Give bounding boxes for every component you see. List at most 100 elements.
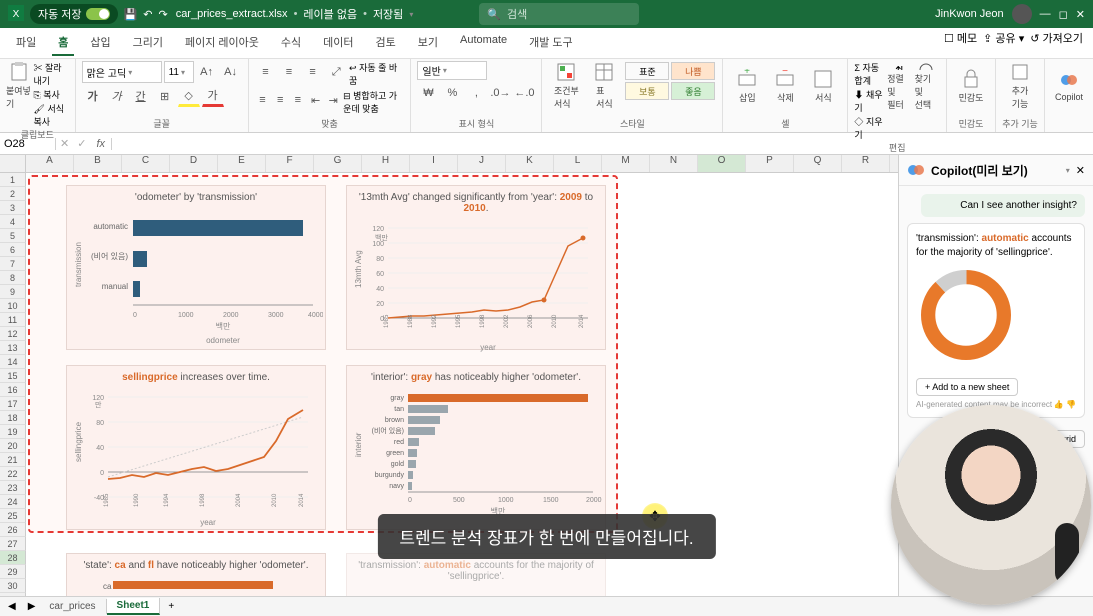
row-header[interactable]: 5 [0, 229, 26, 243]
align-right-icon[interactable]: ≡ [290, 89, 306, 111]
font-color-button[interactable]: 가 [202, 85, 224, 107]
name-box[interactable]: O28 [0, 138, 56, 150]
find-select-button[interactable]: 찾기 및 선택 [915, 61, 940, 111]
delete-cells-button[interactable]: −삭제 [767, 61, 803, 111]
row-header[interactable]: 30 [0, 579, 26, 593]
tab-draw[interactable]: 그리기 [127, 30, 169, 56]
sensitivity-button[interactable]: 민감도 [953, 61, 989, 111]
style-normal[interactable]: 표준 [625, 62, 669, 80]
row-header[interactable]: 6 [0, 243, 26, 257]
copilot-more-icon[interactable]: ▾ [1066, 166, 1070, 175]
add-to-sheet-button[interactable]: + Add to a new sheet [916, 378, 1018, 396]
thumbs-down-icon[interactable]: 👎 [1066, 400, 1076, 409]
comma-icon[interactable]: , [465, 82, 487, 104]
row-header[interactable]: 29 [0, 565, 26, 579]
row-header[interactable]: 19 [0, 425, 26, 439]
row-header[interactable]: 4 [0, 215, 26, 229]
row-header[interactable]: 2 [0, 187, 26, 201]
share-button[interactable]: ⇪ 공유 ▾ [983, 30, 1024, 56]
italic-button[interactable]: 가 [106, 85, 128, 107]
row-header[interactable]: 14 [0, 355, 26, 369]
tab-developer[interactable]: 개발 도구 [523, 30, 579, 56]
align-bottom-icon[interactable]: ≡ [302, 61, 324, 83]
cancel-formula-icon[interactable]: ✕ [56, 137, 73, 150]
row-header[interactable]: 3 [0, 201, 26, 215]
tab-pagelayout[interactable]: 페이지 레이아웃 [179, 30, 265, 56]
tab-insert[interactable]: 삽입 [84, 30, 116, 56]
indent-increase-icon[interactable]: ⇥ [325, 89, 341, 111]
format-cells-button[interactable]: 서식 [805, 61, 841, 111]
tab-formulas[interactable]: 수식 [275, 30, 307, 56]
tab-review[interactable]: 검토 [370, 30, 402, 56]
row-header[interactable]: 9 [0, 285, 26, 299]
username[interactable]: JinKwon Jeon [935, 8, 1004, 20]
sort-filter-button[interactable]: ⇅정렬 및 필터 [887, 61, 912, 111]
chart-odometer-by-transmission[interactable]: 'odometer' by 'transmission' transmissio… [66, 185, 326, 350]
number-format-select[interactable]: 일반▾ [417, 61, 487, 80]
tab-file[interactable]: 파일 [10, 30, 42, 56]
align-left-icon[interactable]: ≡ [255, 89, 271, 111]
orientation-icon[interactable]: ⤢ [325, 61, 347, 83]
font-family-select[interactable]: 맑은 고딕▾ [82, 61, 162, 83]
row-header[interactable]: 17 [0, 397, 26, 411]
minimize-icon[interactable]: — [1040, 8, 1051, 20]
row-header[interactable]: 24 [0, 495, 26, 509]
align-middle-icon[interactable]: ≡ [278, 61, 300, 83]
bold-button[interactable]: 가 [82, 85, 104, 107]
font-size-select[interactable]: 11▾ [164, 61, 194, 83]
paste-button[interactable]: 붙여넣기 [6, 61, 32, 111]
chart-state-odometer[interactable]: 'state': ca and fl have noticeably highe… [66, 553, 326, 596]
row-header[interactable]: 18 [0, 411, 26, 425]
conditional-format-button[interactable]: 조건부 서식 [548, 61, 584, 111]
underline-button[interactable]: 간 [130, 85, 152, 107]
row-header[interactable]: 16 [0, 383, 26, 397]
align-top-icon[interactable]: ≡ [255, 61, 277, 83]
row-header[interactable]: 22 [0, 467, 26, 481]
select-all-corner[interactable] [0, 155, 26, 172]
save-icon[interactable]: 💾 [124, 8, 138, 21]
align-center-icon[interactable]: ≡ [272, 89, 288, 111]
row-header[interactable]: 15 [0, 369, 26, 383]
chart-13mth-avg[interactable]: '13mth Avg' changed significantly from '… [346, 185, 606, 350]
chart-interior-odometer[interactable]: 'interior': gray has noticeably higher '… [346, 365, 606, 530]
style-bad[interactable]: 나쁨 [671, 62, 715, 80]
row-header[interactable]: 10 [0, 299, 26, 313]
row-header[interactable]: 28 [0, 551, 26, 565]
row-header[interactable]: 1 [0, 173, 26, 187]
avatar-icon[interactable] [1012, 4, 1032, 24]
filename[interactable]: car_prices_extract.xlsx [176, 8, 288, 20]
decimal-inc-icon[interactable]: .0→ [489, 82, 511, 104]
maximize-icon[interactable]: ◻ [1059, 8, 1068, 21]
row-header[interactable]: 25 [0, 509, 26, 523]
row-header[interactable]: 11 [0, 313, 26, 327]
insert-cells-button[interactable]: +삽입 [729, 61, 765, 111]
table-format-button[interactable]: 표 서식 [586, 61, 622, 111]
font-grow-icon[interactable]: A↑ [196, 61, 218, 83]
tab-automate[interactable]: Automate [454, 30, 513, 56]
copilot-button[interactable]: Copilot [1051, 61, 1087, 111]
undo-icon[interactable]: ↶ [143, 8, 152, 21]
cut-button[interactable]: ✂ 잘라내기 [34, 61, 69, 87]
history-button[interactable]: ↺ 가져오기 [1030, 30, 1083, 56]
tab-home[interactable]: 홈 [52, 30, 74, 56]
copilot-close-icon[interactable]: ✕ [1076, 164, 1085, 177]
decimal-dec-icon[interactable]: ←.0 [513, 82, 535, 104]
format-painter-button[interactable]: 🖌 서식 복사 [34, 102, 69, 128]
font-shrink-icon[interactable]: A↓ [220, 61, 242, 83]
autosave-toggle[interactable]: 자동 저장 [30, 4, 118, 24]
row-header[interactable]: 31 [0, 593, 26, 596]
wrap-text-button[interactable]: ↩ 자동 줄 바꿈 [349, 61, 404, 87]
style-neutral[interactable]: 보통 [625, 82, 669, 100]
currency-icon[interactable]: ₩ [417, 82, 439, 104]
indent-decrease-icon[interactable]: ⇤ [308, 89, 324, 111]
row-header[interactable]: 23 [0, 481, 26, 495]
row-header[interactable]: 21 [0, 453, 26, 467]
percent-icon[interactable]: % [441, 82, 463, 104]
row-header[interactable]: 26 [0, 523, 26, 537]
close-icon[interactable]: ✕ [1076, 8, 1085, 21]
row-header[interactable]: 20 [0, 439, 26, 453]
chart-sellingprice-trend[interactable]: sellingprice increases over time. sellin… [66, 365, 326, 530]
redo-icon[interactable]: ↷ [158, 8, 167, 21]
thumbs-up-icon[interactable]: 👍 [1054, 400, 1064, 409]
tab-data[interactable]: 데이터 [317, 30, 359, 56]
